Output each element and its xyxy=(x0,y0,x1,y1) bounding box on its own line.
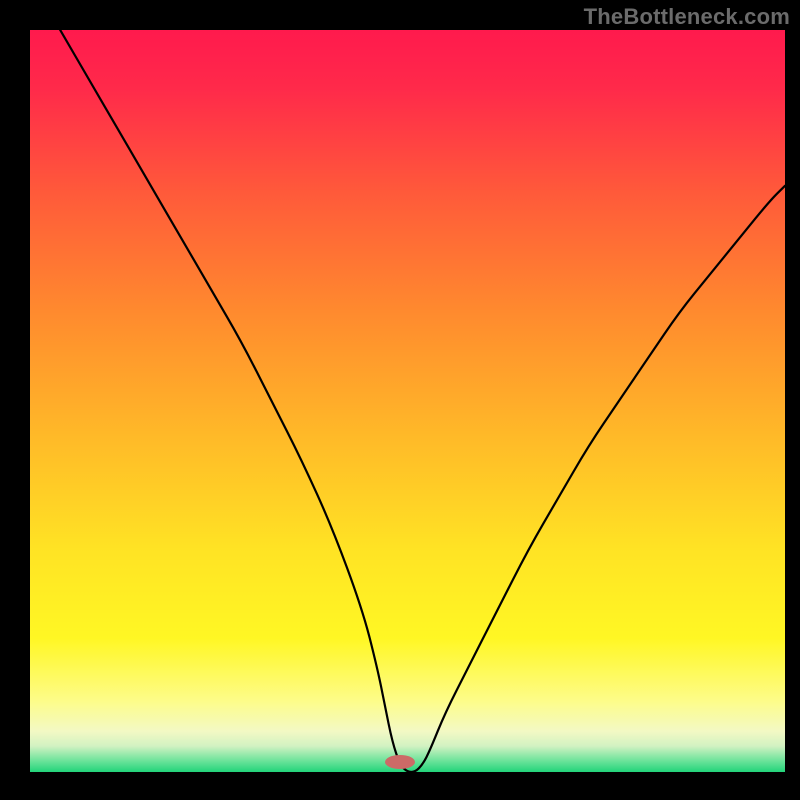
gradient-background xyxy=(30,30,785,772)
bottleneck-chart xyxy=(0,0,800,800)
watermark-text: TheBottleneck.com xyxy=(584,4,790,30)
chart-stage: TheBottleneck.com xyxy=(0,0,800,800)
optimum-marker xyxy=(385,755,415,769)
